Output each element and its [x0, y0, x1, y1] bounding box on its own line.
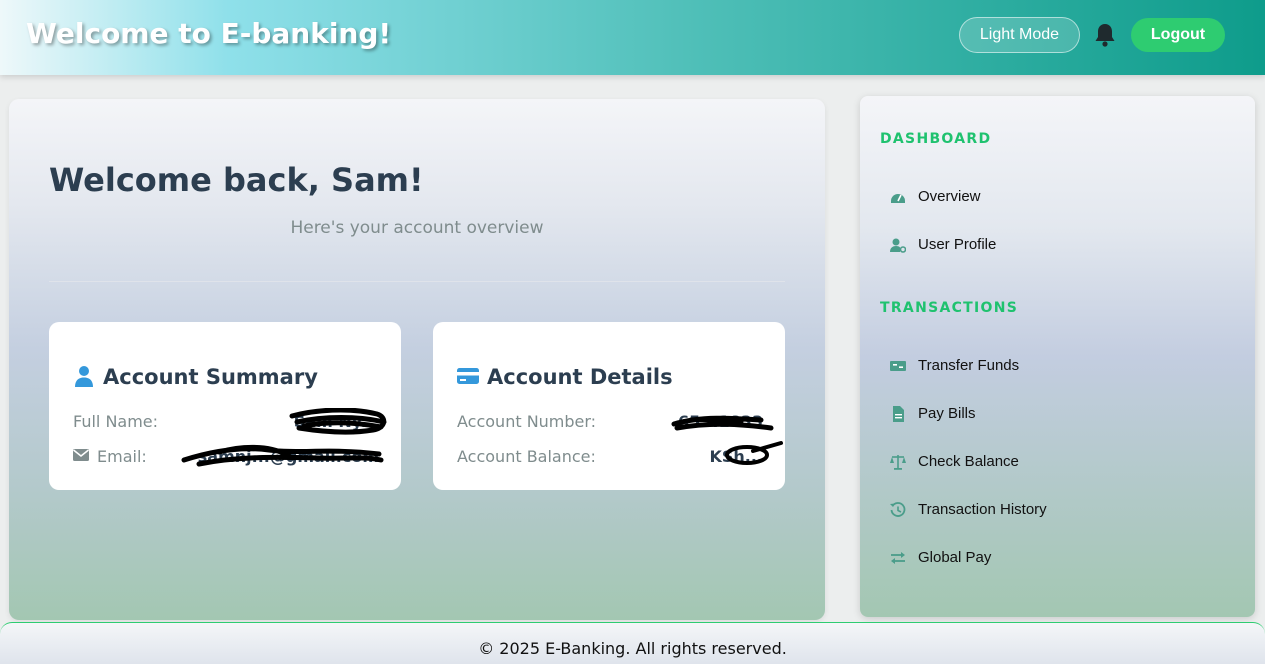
gauge-icon [891, 194, 905, 203]
sidebar-item-label: Pay Bills [918, 405, 976, 422]
exchange-icon [891, 552, 905, 564]
sidebar: DASHBOARD Overview User Profile TRANSACT… [860, 96, 1255, 617]
site-title: Welcome to E-banking! [26, 17, 392, 50]
credit-card-icon [457, 368, 479, 384]
sidebar-item-label: Transfer Funds [918, 357, 1020, 374]
email-label: Email: [97, 447, 147, 466]
dashboard-section-title: DASHBOARD [880, 131, 992, 147]
top-header: Welcome to E-banking! Light Mode Logout [0, 0, 1265, 75]
sidebar-item-label: Overview [918, 188, 981, 205]
sidebar-item-transfer-funds[interactable]: Transfer Funds [880, 349, 1235, 383]
email-value: samnj...@gmail.com [197, 447, 379, 466]
sidebar-item-label: User Profile [918, 236, 997, 253]
sidebar-item-global-pay[interactable]: Global Pay [880, 541, 1235, 575]
money-bill-icon [890, 361, 906, 371]
sidebar-item-label: Transaction History [918, 501, 1047, 518]
sidebar-item-overview[interactable]: Overview [880, 180, 1235, 214]
user-gear-icon [890, 238, 906, 253]
account-details-title: Account Details [487, 365, 673, 389]
history-icon [890, 502, 906, 517]
copyright-text: © 2025 E-Banking. All rights reserved. [478, 639, 787, 658]
account-details-card: Account Details Account Number: 65...183… [433, 322, 785, 490]
account-overview-panel: Welcome back, Sam! Here's your account o… [9, 99, 825, 620]
file-invoice-icon [893, 406, 904, 422]
transactions-section-title: TRANSACTIONS [880, 300, 1019, 316]
sidebar-item-label: Check Balance [918, 453, 1019, 470]
logout-button[interactable]: Logout [1131, 18, 1225, 52]
overview-subtitle: Here's your account overview [290, 218, 544, 238]
account-summary-card: Account Summary Full Name: Sam Ny... Ema… [49, 322, 401, 490]
full-name-label: Full Name: [73, 412, 159, 431]
account-number-label: Account Number: [457, 412, 597, 431]
scale-icon [890, 455, 906, 470]
envelope-icon [73, 449, 89, 461]
footer: © 2025 E-Banking. All rights reserved. [0, 622, 1265, 664]
account-balance-label: Account Balance: [457, 447, 596, 466]
divider [49, 281, 785, 282]
account-balance-value: KSh... [709, 447, 763, 466]
light-mode-toggle-button[interactable]: Light Mode [959, 17, 1080, 53]
welcome-heading: Welcome back, Sam! [49, 161, 424, 199]
sidebar-item-label: Global Pay [918, 549, 992, 566]
sidebar-item-check-balance[interactable]: Check Balance [880, 445, 1235, 479]
account-number-value: 65...1833 [677, 412, 763, 431]
sidebar-item-transaction-history[interactable]: Transaction History [880, 493, 1235, 527]
bell-icon[interactable] [1093, 22, 1117, 48]
sidebar-item-user-profile[interactable]: User Profile [880, 228, 1235, 262]
account-summary-title: Account Summary [103, 365, 318, 389]
full-name-value: Sam Ny... [293, 412, 379, 431]
user-icon [75, 366, 93, 387]
sidebar-item-pay-bills[interactable]: Pay Bills [880, 397, 1235, 431]
